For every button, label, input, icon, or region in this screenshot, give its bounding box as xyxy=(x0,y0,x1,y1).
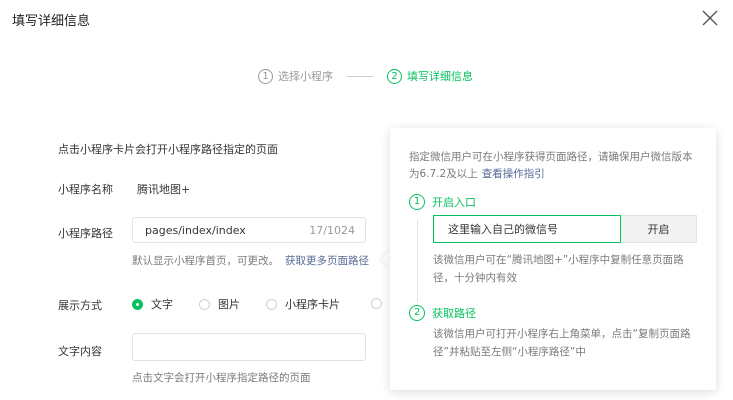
path-input[interactable]: pages/index/index 17/1024 xyxy=(132,217,366,243)
path-hint-text: 默认显示小程序首页，可更改。 xyxy=(132,255,279,267)
wechat-id-value: 这里输入自己的微信号 xyxy=(448,223,558,236)
step-number: 2 xyxy=(387,68,402,84)
step1-description: 该微信用户可在“腾讯地图+”小程序中复制任意页面路径，十分钟内有效 xyxy=(433,254,684,284)
radio-image[interactable]: 图片 xyxy=(199,296,240,312)
step-divider xyxy=(347,76,373,77)
radio-partially-hidden[interactable] xyxy=(371,298,382,309)
radio-text[interactable]: 文字 xyxy=(132,296,173,312)
get-more-paths-link[interactable]: 获取更多页面路径 xyxy=(285,255,369,267)
text-hint: 点击文字会打开小程序指定路径的页面 xyxy=(132,372,311,384)
path-help-popover: 指定微信用户可在小程序获得页面路径，请确保用户微信版本为6.7.2及以上 查看操作… xyxy=(390,128,716,390)
step2-description: 该微信用户可打开小程序右上角菜单，点击“复制页面路径”并粘贴至左侧“小程序路径”… xyxy=(433,328,691,358)
step-select-miniprogram: 1 选择小程序 xyxy=(258,68,333,84)
popover-step-get-path: 2 获取路径 xyxy=(409,305,476,321)
step-label: 填写详细信息 xyxy=(407,70,473,83)
display-radio-group: 文字 图片 小程序卡片 xyxy=(132,296,366,312)
name-value: 腾讯地图+ xyxy=(137,183,191,196)
radio-dot xyxy=(199,298,210,310)
wechat-id-input[interactable]: 这里输入自己的微信号 xyxy=(433,215,621,243)
step-title: 获取路径 xyxy=(432,307,476,320)
path-char-count: 17/1024 xyxy=(309,223,355,237)
text-content-input[interactable] xyxy=(132,333,366,361)
radio-label: 文字 xyxy=(151,298,173,311)
step-connector xyxy=(417,220,418,302)
step-title: 开启入口 xyxy=(432,196,476,209)
path-hint: 默认显示小程序首页，可更改。 获取更多页面路径 xyxy=(132,253,369,268)
view-guide-link[interactable]: 查看操作指引 xyxy=(482,168,545,180)
step-number: 1 xyxy=(409,194,425,210)
step-number: 2 xyxy=(409,305,425,321)
dialog-title: 填写详细信息 xyxy=(12,14,91,29)
form-description: 点击小程序卡片会打开小程序路径指定的页面 xyxy=(58,143,278,156)
radio-card[interactable]: 小程序卡片 xyxy=(266,296,340,312)
path-value: pages/index/index xyxy=(145,223,246,237)
enable-button[interactable]: 开启 xyxy=(621,215,697,243)
step-label: 选择小程序 xyxy=(278,70,333,83)
radio-dot xyxy=(132,298,143,310)
radio-dot xyxy=(266,298,277,310)
popover-intro: 指定微信用户可在小程序获得页面路径，请确保用户微信版本为6.7.2及以上 查看操作… xyxy=(409,149,701,183)
step-number: 1 xyxy=(258,68,273,84)
step-fill-details: 2 填写详细信息 xyxy=(387,68,473,84)
close-icon[interactable] xyxy=(700,8,720,28)
display-label: 展示方式 xyxy=(58,299,102,312)
name-label: 小程序名称 xyxy=(58,183,113,196)
popover-step-enable: 1 开启入口 xyxy=(409,194,476,210)
popover-intro-text: 指定微信用户可在小程序获得页面路径，请确保用户微信版本为6.7.2及以上 xyxy=(409,151,693,180)
text-label: 文字内容 xyxy=(58,345,102,358)
radio-label: 图片 xyxy=(218,298,240,311)
path-label: 小程序路径 xyxy=(58,227,113,240)
radio-label: 小程序卡片 xyxy=(285,298,340,311)
